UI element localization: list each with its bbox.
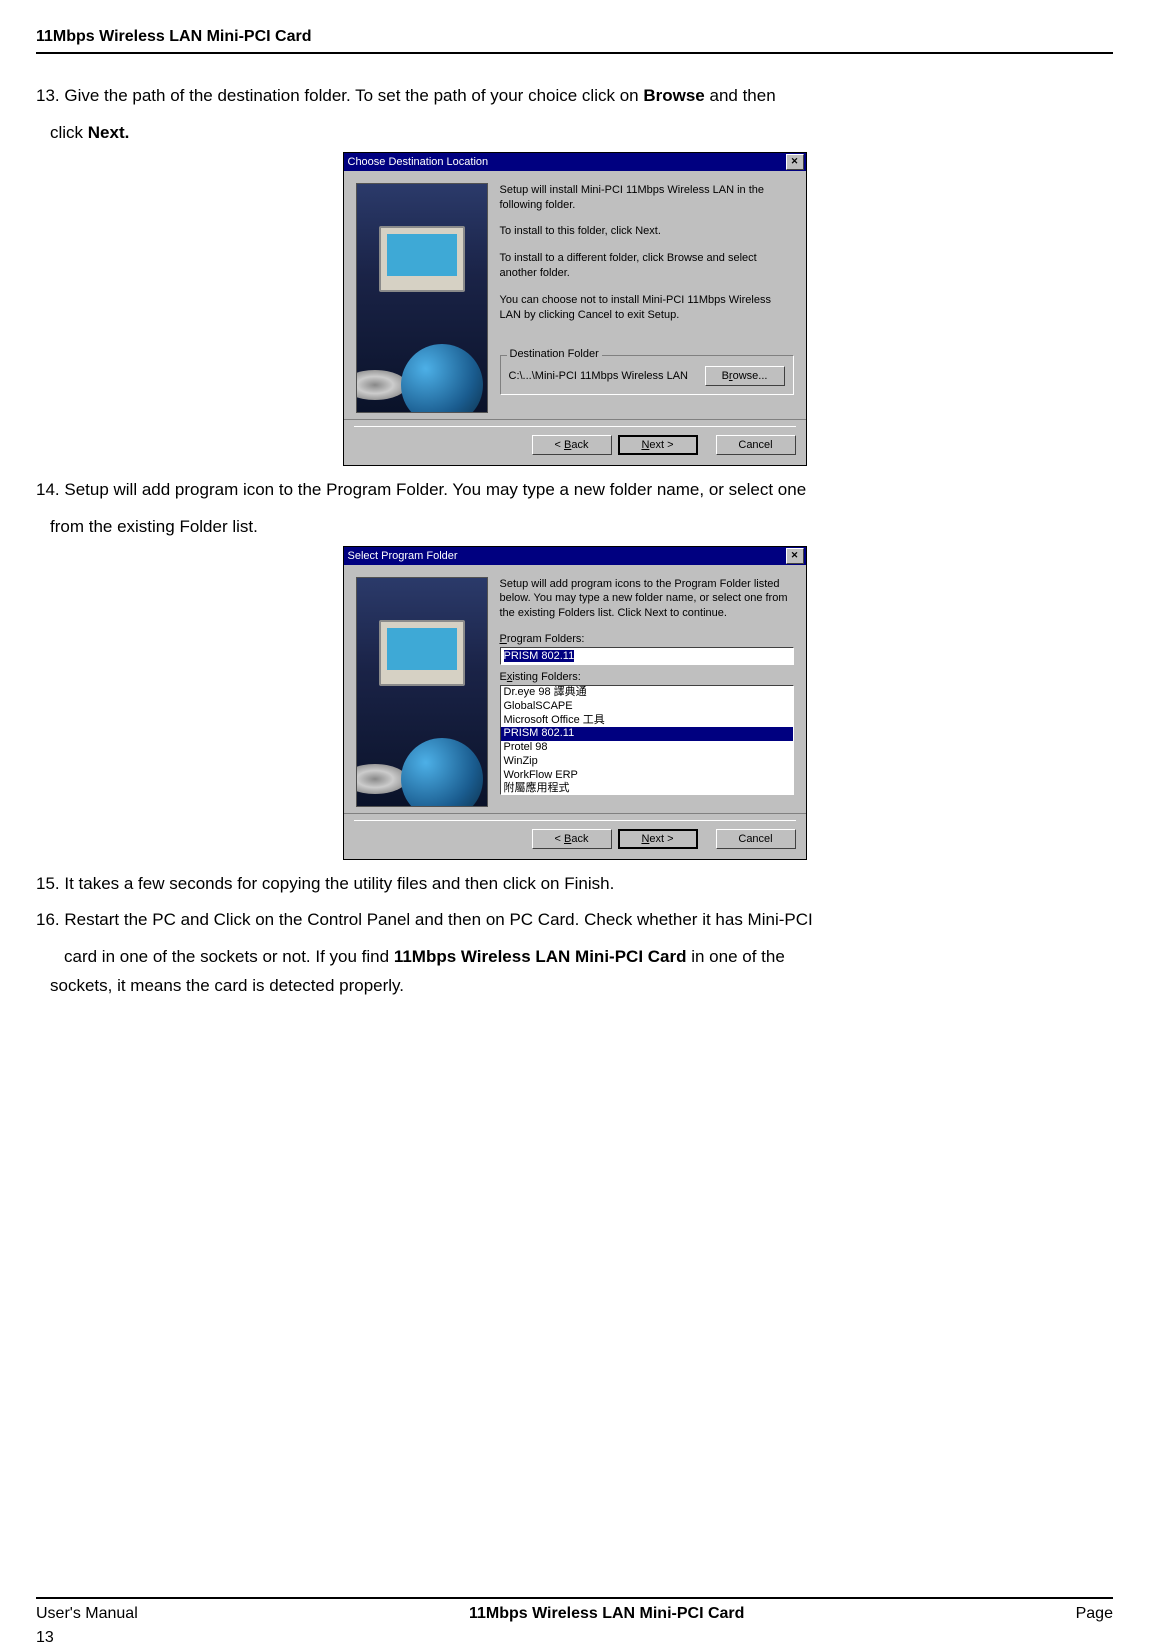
list-item[interactable]: PRISM 802.11 — [501, 727, 793, 741]
list-item[interactable]: GlobalSCAPE — [501, 700, 793, 714]
existing-folders-list[interactable]: Dr.eye 98 譯典通GlobalSCAPEMicrosoft Office… — [500, 685, 794, 795]
list-item[interactable]: WorkFlow ERP — [501, 769, 793, 783]
destination-group: Destination Folder C:\...\Mini-PCI 11Mbp… — [500, 355, 794, 395]
text: To install to a different folder, click … — [500, 251, 794, 281]
text: To install to this folder, click Next. — [500, 224, 794, 239]
step-16: 16. Restart the PC and Click on the Cont… — [36, 906, 1113, 935]
step-16-end: sockets, it means the card is detected p… — [36, 972, 1113, 1001]
footer-center: 11Mbps Wireless LAN Mini-PCI Card — [469, 1605, 744, 1623]
page-header: 11Mbps Wireless LAN Mini-PCI Card — [36, 28, 1113, 54]
step-15: 15. It takes a few seconds for copying t… — [36, 870, 1113, 899]
text: 13. Give the path of the destination fol… — [36, 86, 643, 105]
wizard-graphic — [356, 577, 488, 807]
back-button[interactable]: < Back — [532, 829, 612, 849]
page-number: 13 — [36, 1629, 54, 1647]
footer-right: Page — [1076, 1605, 1113, 1623]
step-14: 14. Setup will add program icon to the P… — [36, 476, 1113, 505]
program-folder-input[interactable]: PRISM 802.11 — [500, 647, 794, 665]
list-item[interactable]: 附屬應用程式 — [501, 782, 793, 795]
title-text: Choose Destination Location — [348, 156, 489, 168]
wizard-graphic — [356, 183, 488, 413]
list-item[interactable]: WinZip — [501, 755, 793, 769]
input-value: PRISM 802.11 — [504, 650, 575, 662]
title-text: Select Program Folder — [348, 550, 458, 562]
list-item[interactable]: Microsoft Office 工具 — [501, 714, 793, 728]
text: Setup will add program icons to the Prog… — [500, 577, 794, 622]
back-button[interactable]: < Back — [532, 435, 612, 455]
browse-button[interactable]: Browse... — [705, 366, 785, 386]
next-button[interactable]: Next > — [618, 829, 698, 849]
dialog-select-program-folder: Select Program Folder ✕ Setup will add p… — [343, 546, 807, 860]
step-13-cont: click Next. — [36, 119, 1113, 148]
cancel-button[interactable]: Cancel — [716, 435, 796, 455]
step-13: 13. Give the path of the destination fol… — [36, 82, 1113, 111]
list-item[interactable]: Protel 98 — [501, 741, 793, 755]
close-icon[interactable]: ✕ — [786, 154, 804, 170]
step-14-cont: from the existing Folder list. — [36, 513, 1113, 542]
text: Setup will install Mini-PCI 11Mbps Wirel… — [500, 183, 794, 213]
page-footer: User's Manual 11Mbps Wireless LAN Mini-P… — [36, 1597, 1113, 1623]
text: You can choose not to install Mini-PCI 1… — [500, 293, 794, 323]
step-16-cont: card in one of the sockets or not. If yo… — [36, 943, 1113, 972]
titlebar: Select Program Folder ✕ — [344, 547, 806, 565]
next-button[interactable]: Next > — [618, 435, 698, 455]
list-item[interactable]: Dr.eye 98 譯典通 — [501, 686, 793, 700]
text-bold: 11Mbps Wireless LAN Mini-PCI Card — [394, 947, 687, 966]
text: click — [50, 123, 88, 142]
footer-left: User's Manual — [36, 1605, 138, 1623]
titlebar: Choose Destination Location ✕ — [344, 153, 806, 171]
existing-folders-label: Existing Folders: — [500, 671, 794, 683]
cancel-button[interactable]: Cancel — [716, 829, 796, 849]
program-folders-label: Program Folders: — [500, 633, 794, 645]
destination-path: C:\...\Mini-PCI 11Mbps Wireless LAN — [509, 370, 689, 382]
text: and then — [705, 86, 776, 105]
text-bold: Browse — [643, 86, 704, 105]
text: card in one of the sockets or not. If yo… — [64, 947, 394, 966]
close-icon[interactable]: ✕ — [786, 548, 804, 564]
text: in one of the — [687, 947, 785, 966]
group-legend: Destination Folder — [507, 348, 602, 360]
dialog-choose-destination: Choose Destination Location ✕ Setup will… — [343, 152, 807, 466]
text-bold: Next. — [88, 123, 130, 142]
